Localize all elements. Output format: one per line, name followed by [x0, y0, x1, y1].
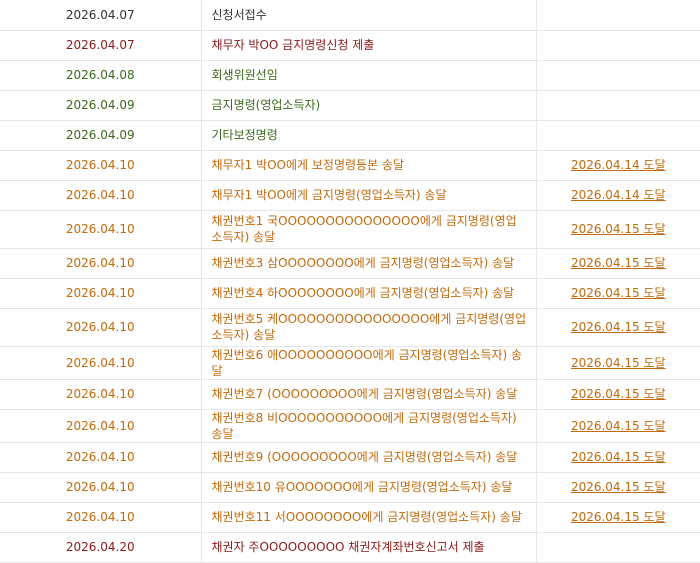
delivery-result-link[interactable]: 2026.04.15 도달: [571, 320, 666, 334]
row-result: 2026.04.15 도달: [536, 502, 700, 532]
row-result: 2026.04.15 도달: [536, 409, 700, 442]
table-row: 2026.04.10 채권번호8 비OOOOOOOOOOO에게 금지명령(영업소득…: [0, 409, 700, 442]
table-row: 2026.04.10 채무자1 박OO에게 금지명령(영업소득자) 송달 2026.…: [0, 180, 700, 210]
table-row: 2026.04.10 채권번호4 하OOOOOOOO에게 금지명령(영업소득자) …: [0, 278, 700, 308]
row-content: 채권번호11 서OOOOOOOO에게 금지명령(영업소득자) 송달: [200, 502, 537, 532]
delivery-result-link[interactable]: 2026.04.14 도달: [571, 158, 666, 172]
row-result: [536, 0, 700, 30]
case-progress-table: 2026.04.07 신청서접수 2026.04.07 채무자 박OO 금지명령신청 …: [0, 0, 700, 563]
row-result: [536, 90, 700, 120]
row-content: 채무자1 박OO에게 금지명령(영업소득자) 송달: [200, 180, 537, 210]
delivery-result-link[interactable]: 2026.04.14 도달: [571, 188, 666, 202]
row-result: 2026.04.15 도달: [536, 472, 700, 502]
table-row: 2026.04.09 기타보정명령: [0, 120, 700, 150]
row-content: 채권번호5 케OOOOOOOOOOOOOOOO에게 금지명령(영업소득자) 송달: [200, 308, 537, 346]
row-content: 신청서접수: [200, 0, 537, 30]
row-result: 2026.04.15 도달: [536, 210, 700, 248]
row-result: [536, 60, 700, 90]
table-row: 2026.04.10 채무자1 박OO에게 보정명령등본 송달 2026.04.14…: [0, 150, 700, 180]
case-progress-rows: 2026.04.07 신청서접수 2026.04.07 채무자 박OO 금지명령신청 …: [0, 0, 700, 562]
table-row: 2026.04.10 채권번호10 유OOOOOOO에게 금지명령(영업소득자) …: [0, 472, 700, 502]
row-result: [536, 30, 700, 60]
table-row: 2026.04.10 채권번호11 서OOOOOOOO에게 금지명령(영업소득자)…: [0, 502, 700, 532]
row-result: 2026.04.15 도달: [536, 248, 700, 278]
row-date: 2026.04.20: [65, 540, 135, 554]
row-date: 2026.04.09: [65, 128, 135, 142]
delivery-result-link[interactable]: 2026.04.15 도달: [571, 286, 666, 300]
row-result: 2026.04.15 도달: [536, 278, 700, 308]
row-date: 2026.04.10: [65, 256, 135, 270]
row-result: 2026.04.15 도달: [536, 346, 700, 379]
table-row: 2026.04.20 채권자 주OOOOOOOOO 채권자계좌번호신고서 제출: [0, 532, 700, 562]
table-row: 2026.04.10 채권번호5 케OOOOOOOOOOOOOOOO에게 금지명령…: [0, 308, 700, 346]
row-date: 2026.04.10: [65, 480, 135, 494]
delivery-result-link[interactable]: 2026.04.15 도달: [571, 450, 666, 464]
row-date: 2026.04.07: [65, 38, 135, 52]
row-result: 2026.04.15 도달: [536, 379, 700, 409]
table-row: 2026.04.08 회생위원선임: [0, 60, 700, 90]
row-date: 2026.04.10: [65, 222, 135, 236]
row-result: 2026.04.15 도달: [536, 442, 700, 472]
row-date: 2026.04.10: [65, 286, 135, 300]
delivery-result-link[interactable]: 2026.04.15 도달: [571, 356, 666, 370]
row-date: 2026.04.10: [65, 450, 135, 464]
row-content: 채권자 주OOOOOOOOO 채권자계좌번호신고서 제출: [200, 532, 537, 562]
row-date: 2026.04.10: [65, 510, 135, 524]
row-result: [536, 532, 700, 562]
row-content: 채권번호8 비OOOOOOOOOOO에게 금지명령(영업소득자) 송달: [200, 409, 537, 442]
delivery-result-link[interactable]: 2026.04.15 도달: [571, 256, 666, 270]
row-content: 채권번호7 (OOOOOOOOO에게 금지명령(영업소득자) 송달: [200, 379, 537, 409]
row-date: 2026.04.10: [65, 387, 135, 401]
row-date: 2026.04.10: [65, 320, 135, 334]
row-date: 2026.04.10: [65, 188, 135, 202]
row-content: 채권번호3 삼OOOOOOOO에게 금지명령(영업소득자) 송달: [200, 248, 537, 278]
table-row: 2026.04.10 채권번호7 (OOOOOOOOO에게 금지명령(영업소득자)…: [0, 379, 700, 409]
delivery-result-link[interactable]: 2026.04.15 도달: [571, 387, 666, 401]
row-content: 기타보정명령: [200, 120, 537, 150]
row-date: 2026.04.09: [65, 98, 135, 112]
row-content: 채권번호1 국OOOOOOOOOOOOOOO에게 금지명령(영업소득자) 송달: [200, 210, 537, 248]
row-result: 2026.04.15 도달: [536, 308, 700, 346]
row-result: [536, 120, 700, 150]
row-content: 금지명령(영업소득자): [200, 90, 537, 120]
row-content: 채권번호4 하OOOOOOOO에게 금지명령(영업소득자) 송달: [200, 278, 537, 308]
delivery-result-link[interactable]: 2026.04.15 도달: [571, 419, 666, 433]
row-result: 2026.04.14 도달: [536, 180, 700, 210]
row-date: 2026.04.10: [65, 355, 135, 370]
delivery-result-link[interactable]: 2026.04.15 도달: [571, 222, 666, 236]
table-row: 2026.04.09 금지명령(영업소득자): [0, 90, 700, 120]
row-content: 채권번호6 애OOOOOOOOOO에게 금지명령(영업소득자) 송달: [200, 346, 537, 379]
row-result: 2026.04.14 도달: [536, 150, 700, 180]
delivery-result-link[interactable]: 2026.04.15 도달: [571, 510, 666, 524]
table-row: 2026.04.10 채권번호1 국OOOOOOOOOOOOOOO에게 금지명령(…: [0, 210, 700, 248]
table-row: 2026.04.10 채권번호9 (OOOOOOOOO에게 금지명령(영업소득자)…: [0, 442, 700, 472]
row-date: 2026.04.10: [65, 418, 135, 433]
row-content: 채무자1 박OO에게 보정명령등본 송달: [200, 150, 537, 180]
row-content: 회생위원선임: [200, 60, 537, 90]
row-date: 2026.04.10: [65, 158, 135, 172]
table-row: 2026.04.10 채권번호6 애OOOOOOOOOO에게 금지명령(영업소득자…: [0, 346, 700, 379]
row-date: 2026.04.07: [65, 7, 135, 22]
table-row: 2026.04.07 채무자 박OO 금지명령신청 제출: [0, 30, 700, 60]
table-row: 2026.04.10 채권번호3 삼OOOOOOOO에게 금지명령(영업소득자) …: [0, 248, 700, 278]
delivery-result-link[interactable]: 2026.04.15 도달: [571, 480, 666, 494]
row-date: 2026.04.08: [65, 68, 135, 82]
row-content: 채권번호10 유OOOOOOO에게 금지명령(영업소득자) 송달: [200, 472, 537, 502]
table-row: 2026.04.07 신청서접수: [0, 0, 700, 30]
row-content: 채권번호9 (OOOOOOOOO에게 금지명령(영업소득자) 송달: [200, 442, 537, 472]
row-content: 채무자 박OO 금지명령신청 제출: [200, 30, 537, 60]
